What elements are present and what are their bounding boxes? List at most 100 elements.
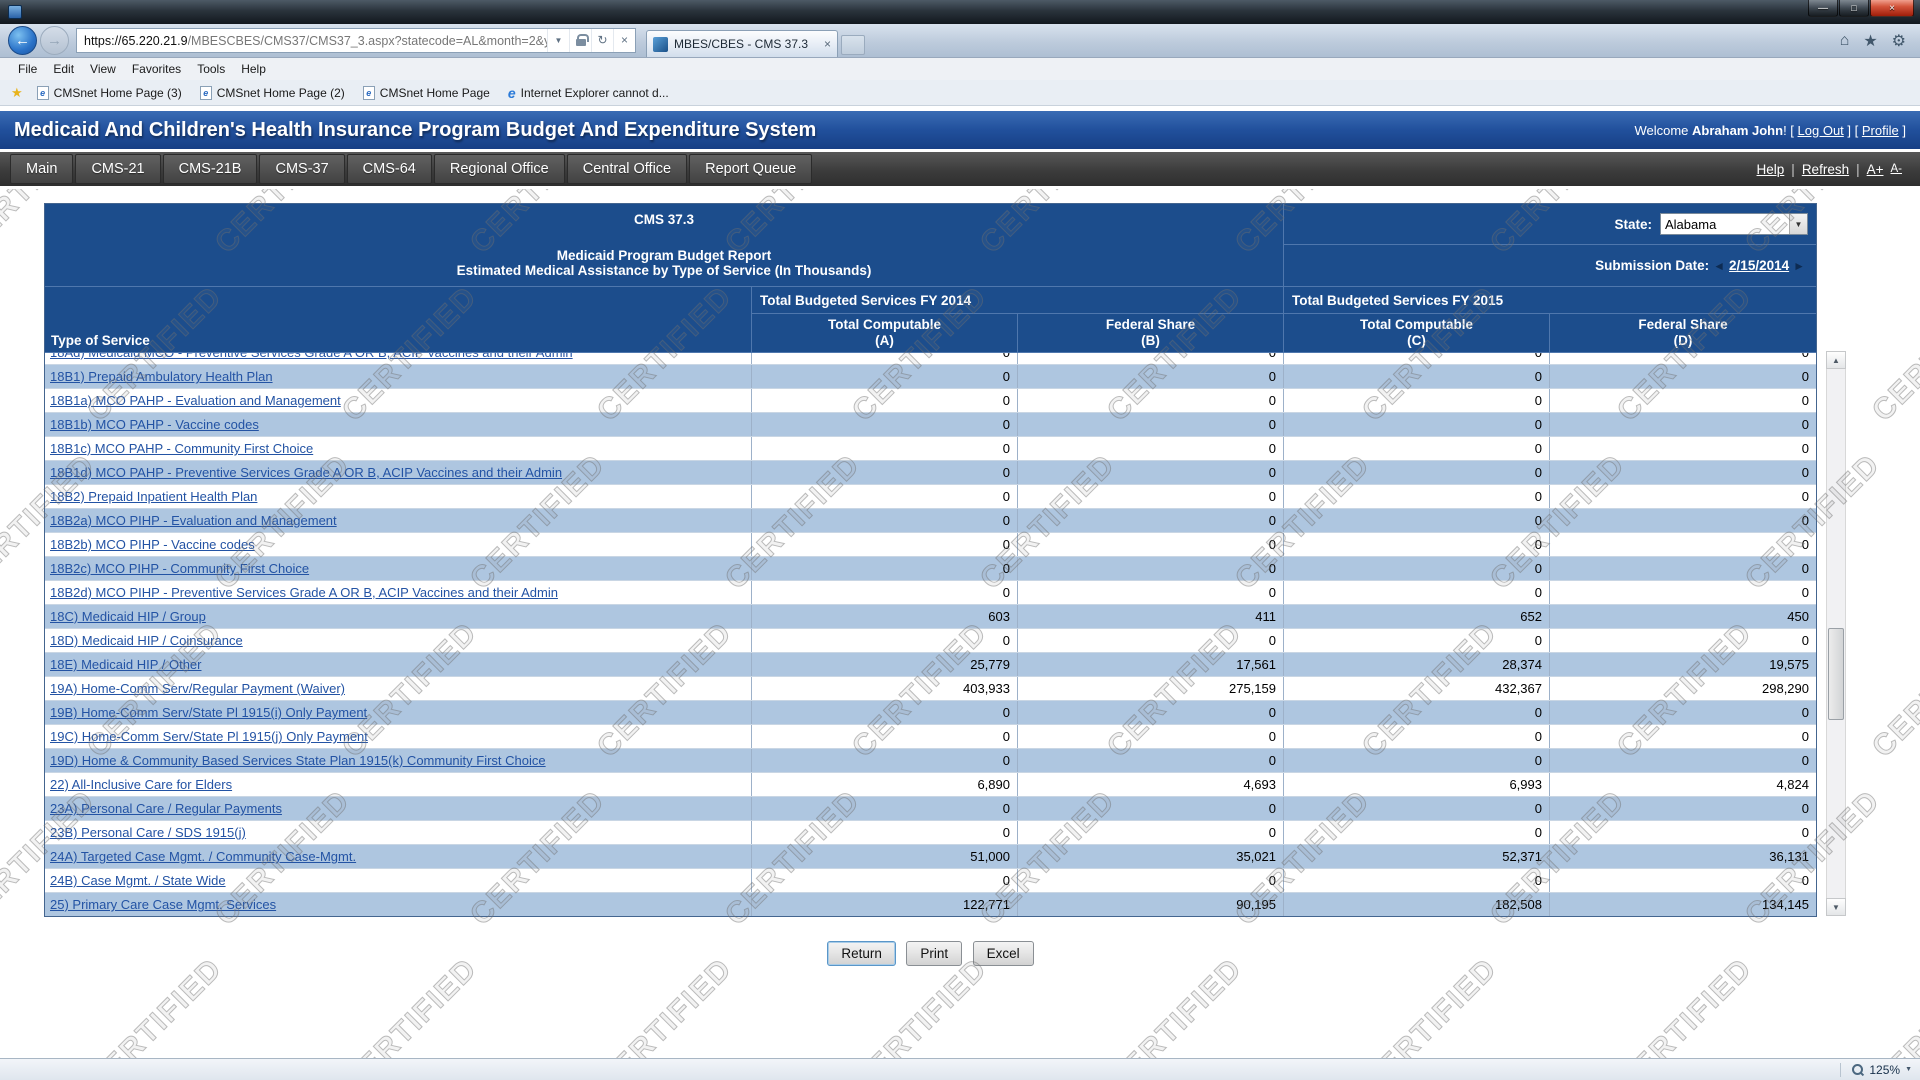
submission-date-next-icon[interactable]: ►	[1792, 259, 1806, 273]
value-cell: 0	[1801, 393, 1809, 408]
autocomplete-dropdown-icon[interactable]: ▼	[547, 29, 569, 52]
return-button[interactable]: Return	[827, 941, 896, 966]
logout-link[interactable]: Log Out	[1798, 123, 1844, 138]
type-of-service-link[interactable]: 18Ad) Medicaid MCO - Preventive Services…	[50, 353, 573, 360]
nav-cms-37[interactable]: CMS-37	[259, 154, 345, 184]
browser-tab[interactable]: MBES/CBES - CMS 37.3 ×	[646, 30, 838, 57]
value-cell: 298,290	[1762, 681, 1809, 696]
new-tab-button[interactable]	[841, 35, 865, 55]
submission-date-value: 2/15/2014	[1729, 258, 1790, 273]
type-of-service-link[interactable]: 19A) Home-Comm Serv/Regular Payment (Wai…	[50, 681, 345, 696]
type-of-service-link[interactable]: 24A) Targeted Case Mgmt. / Community Cas…	[50, 849, 356, 864]
type-of-service-link[interactable]: 18B1d) MCO PAHP - Preventive Services Gr…	[50, 465, 562, 480]
menu-view[interactable]: View	[82, 62, 124, 76]
type-of-service-link[interactable]: 23B) Personal Care / SDS 1915(j)	[50, 825, 246, 840]
help-link[interactable]: Help	[1757, 162, 1785, 177]
type-of-service-link[interactable]: 18B2a) MCO PIHP - Evaluation and Managem…	[50, 513, 337, 528]
refresh-link[interactable]: Refresh	[1802, 162, 1849, 177]
type-of-service-link[interactable]: 19B) Home-Comm Serv/State Pl 1915(i) Onl…	[50, 705, 367, 720]
nav-cms-64[interactable]: CMS-64	[346, 154, 432, 184]
lock-icon[interactable]	[569, 29, 591, 52]
back-button[interactable]: ←	[8, 26, 37, 55]
type-of-service-link[interactable]: 19D) Home & Community Based Services Sta…	[50, 753, 546, 768]
type-of-service-link[interactable]: 18B1c) MCO PAHP - Community First Choice	[50, 441, 313, 456]
gear-icon[interactable]: ⚙	[1892, 31, 1906, 51]
window-close-button[interactable]: ×	[1870, 0, 1914, 17]
type-of-service-link[interactable]: 18B2b) MCO PIHP - Vaccine codes	[50, 537, 255, 552]
nav-report-queue[interactable]: Report Queue	[689, 154, 813, 184]
type-of-service-link[interactable]: 18B2) Prepaid Inpatient Health Plan	[50, 489, 257, 504]
value-cell: 0	[752, 797, 1018, 820]
home-icon[interactable]: ⌂	[1840, 32, 1850, 50]
type-of-service-link[interactable]: 18B2d) MCO PIHP - Preventive Services Gr…	[50, 585, 558, 600]
value-cell: 28,374	[1284, 653, 1550, 676]
menu-file[interactable]: File	[10, 62, 45, 76]
type-of-service-link[interactable]: 23A) Personal Care / Regular Payments	[50, 801, 282, 816]
menu-tools[interactable]: Tools	[189, 62, 233, 76]
stop-icon[interactable]: ×	[613, 29, 635, 52]
menu-help[interactable]: Help	[233, 62, 274, 76]
type-of-service-link[interactable]: 18D) Medicaid HIP / Coinsurance	[50, 633, 243, 648]
column-letter: (B)	[1141, 333, 1160, 348]
state-label: State:	[1614, 216, 1652, 232]
refresh-icon[interactable]: ↻	[591, 29, 613, 52]
favorite-link-1[interactable]: e CMSnet Home Page (3)	[28, 85, 191, 100]
forward-button[interactable]: →	[40, 26, 69, 55]
vertical-scrollbar[interactable]: ▲ ▼	[1826, 351, 1846, 916]
type-of-service-link[interactable]: 19C) Home-Comm Serv/State Pl 1915(j) Onl…	[50, 729, 368, 744]
value-cell: 0	[1018, 353, 1284, 364]
table-row: 19A) Home-Comm Serv/Regular Payment (Wai…	[45, 677, 1816, 701]
tab-close-icon[interactable]: ×	[824, 37, 831, 51]
value-cell: 0	[1284, 821, 1550, 844]
favorite-link-2[interactable]: e CMSnet Home Page (2)	[191, 85, 354, 100]
value-cell: 0	[752, 413, 1018, 436]
nav-cms-21[interactable]: CMS-21	[75, 154, 161, 184]
nav-main[interactable]: Main	[10, 154, 74, 184]
nav-regional-office[interactable]: Regional Office	[433, 154, 565, 184]
favorite-link-3[interactable]: e CMSnet Home Page	[354, 85, 499, 100]
value-cell: 0	[1284, 365, 1550, 388]
table-row: 18B1c) MCO PAHP - Community First Choice…	[45, 437, 1816, 461]
value-cell: 0	[1018, 533, 1284, 556]
submission-date-prev-icon[interactable]: ◄	[1712, 259, 1726, 273]
state-dropdown[interactable]: Alabama ▼	[1660, 213, 1808, 235]
scrollbar-track[interactable]	[1826, 369, 1846, 898]
value-cell: 36,131	[1769, 849, 1809, 864]
type-of-service-link[interactable]: 18B1b) MCO PAHP - Vaccine codes	[50, 417, 259, 432]
type-of-service-link[interactable]: 24B) Case Mgmt. / State Wide	[50, 873, 226, 888]
type-of-service-link[interactable]: 18B1) Prepaid Ambulatory Health Plan	[50, 369, 273, 384]
favorites-icon[interactable]: ★	[1863, 31, 1877, 51]
favorite-link-4[interactable]: e Internet Explorer cannot d...	[499, 85, 678, 101]
nav-central-office[interactable]: Central Office	[566, 154, 688, 184]
value-cell: 0	[752, 701, 1018, 724]
back-icon: ←	[15, 32, 30, 49]
table-row: 18B1a) MCO PAHP - Evaluation and Managem…	[45, 389, 1816, 413]
add-favorite-star-icon[interactable]: ★	[6, 85, 28, 101]
type-of-service-link[interactable]: 18E) Medicaid HIP / Other	[50, 657, 202, 672]
type-of-service-link[interactable]: 22) All-Inclusive Care for Elders	[50, 777, 232, 792]
scroll-down-button[interactable]: ▼	[1826, 898, 1846, 916]
window-maximize-button[interactable]: □	[1839, 0, 1869, 17]
nav-cms-21b[interactable]: CMS-21B	[162, 154, 258, 184]
print-button[interactable]: Print	[906, 941, 963, 966]
font-decrease-link[interactable]: A-	[1891, 163, 1903, 175]
menu-edit[interactable]: Edit	[45, 62, 82, 76]
menu-favorites[interactable]: Favorites	[124, 62, 189, 76]
font-increase-link[interactable]: A+	[1867, 162, 1884, 177]
zoom-dropdown-icon[interactable]: ▼	[1905, 1066, 1912, 1073]
value-cell: 0	[1801, 352, 1809, 360]
type-of-service-cell: 18Ad) Medicaid MCO - Preventive Services…	[45, 353, 752, 364]
profile-link[interactable]: Profile	[1862, 123, 1899, 138]
type-of-service-link[interactable]: 18B1a) MCO PAHP - Evaluation and Managem…	[50, 393, 341, 408]
window-minimize-button[interactable]: —	[1808, 0, 1838, 17]
column-header-a: Total Computable (A)	[752, 313, 1018, 352]
type-of-service-link[interactable]: 18C) Medicaid HIP / Group	[50, 609, 206, 624]
scrollbar-thumb[interactable]	[1828, 628, 1844, 720]
scroll-up-button[interactable]: ▲	[1826, 351, 1846, 369]
type-of-service-link[interactable]: 18B2c) MCO PIHP - Community First Choice	[50, 561, 309, 576]
address-input[interactable]: https://65.220.21.9/MBESCBES/CMS37/CMS37…	[76, 28, 636, 53]
zoom-level[interactable]: 125%	[1869, 1063, 1900, 1077]
column-header-d: Federal Share (D)	[1550, 313, 1816, 352]
type-of-service-link[interactable]: 25) Primary Care Case Mgmt. Services	[50, 897, 276, 912]
excel-button[interactable]: Excel	[972, 941, 1034, 966]
